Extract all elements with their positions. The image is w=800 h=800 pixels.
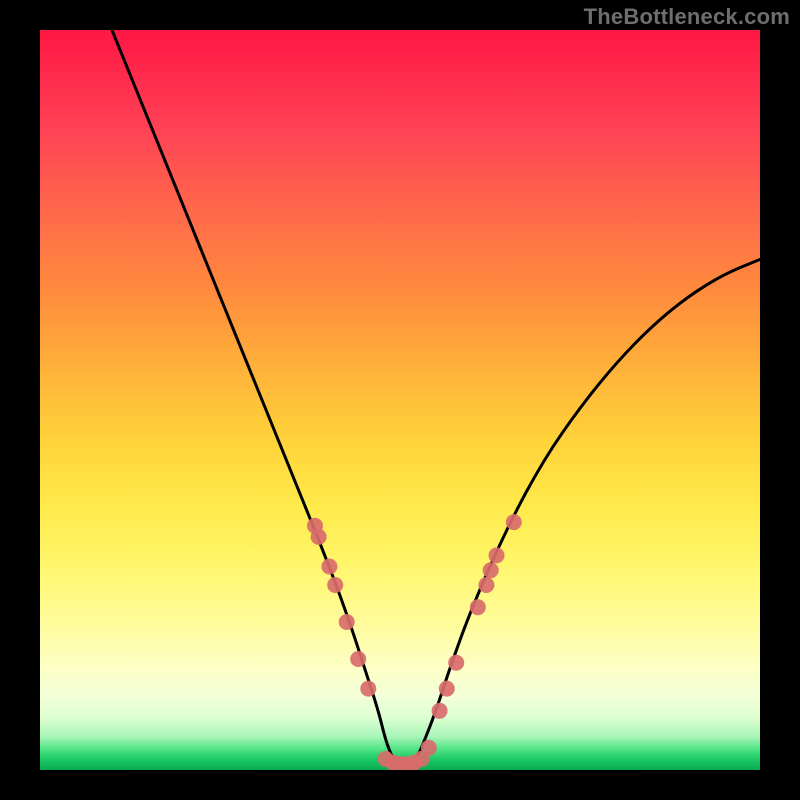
marker-dot [506,514,522,530]
marker-dot [360,681,376,697]
curve-svg [40,30,760,770]
marker-dot [327,577,343,593]
marker-dot [470,599,486,615]
chart-stage: TheBottleneck.com [0,0,800,800]
watermark-text: TheBottleneck.com [584,4,790,30]
curve-path [112,30,760,766]
plot-area [40,30,760,770]
marker-dot [339,614,355,630]
marker-dot [483,562,499,578]
marker-dot [439,681,455,697]
marker-dot [421,740,437,756]
marker-dot [432,703,448,719]
marker-group [307,514,522,770]
marker-dot [489,547,505,563]
marker-dot [478,577,494,593]
marker-dot [321,559,337,575]
marker-dot [311,529,327,545]
marker-dot [448,655,464,671]
marker-dot [350,651,366,667]
